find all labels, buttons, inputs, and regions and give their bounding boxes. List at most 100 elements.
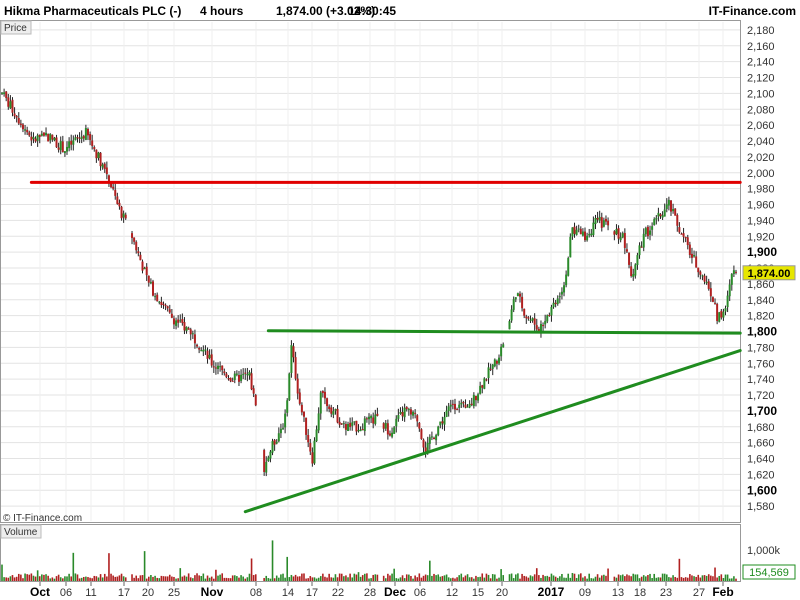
volume-bar [550, 573, 553, 581]
volume-bar [85, 576, 87, 581]
volume-bar [588, 573, 590, 581]
candle-body [495, 360, 498, 364]
candle-body [334, 409, 337, 411]
volume-bar [655, 577, 658, 581]
volume-bar [670, 577, 672, 581]
candle-body [659, 214, 662, 217]
candle-body [86, 129, 89, 136]
volume-bar [590, 578, 593, 581]
volume-bar [221, 573, 223, 581]
candle-body [351, 422, 354, 426]
candle-body [510, 309, 513, 321]
volume-bar [582, 577, 584, 581]
candle-body [179, 320, 182, 322]
candle-body [5, 91, 8, 99]
candle-body [460, 402, 463, 405]
candle-body [168, 309, 171, 313]
brand: IT-Finance.com [709, 4, 796, 18]
volume-bar [523, 575, 525, 581]
candle-body [391, 432, 394, 437]
candle-body [617, 228, 620, 239]
volume-bar [707, 574, 710, 581]
volume-bar [187, 573, 190, 581]
y-tick-label: 2,020 [747, 152, 775, 164]
candle-body [76, 137, 79, 139]
candle-body [116, 196, 119, 204]
candle-body [672, 208, 675, 212]
volume-tick-label: 1,000k [747, 545, 781, 557]
candle-body [273, 439, 276, 445]
volume-bar [213, 578, 215, 581]
candle-body [263, 450, 266, 472]
x-tick-label: 25 [168, 587, 180, 599]
candle-body [533, 318, 536, 325]
candle-body [103, 163, 106, 169]
candle-body [514, 297, 517, 300]
candle-body [437, 426, 440, 436]
volume-bar [580, 573, 582, 581]
candle-body [160, 301, 163, 306]
volume-bar [701, 575, 704, 581]
y-tick-label: 2,180 [747, 25, 775, 37]
volume-bar [359, 576, 362, 581]
candle-body [422, 439, 425, 448]
volume-bar [303, 573, 305, 581]
volume-bar [508, 574, 511, 581]
candle-body [409, 409, 412, 415]
candle-body [311, 452, 314, 464]
volume-bar [552, 575, 555, 581]
volume-bar [152, 576, 154, 581]
volume-bar [458, 575, 460, 581]
candle-body [21, 124, 24, 130]
candle-body [604, 218, 607, 222]
candle-body [407, 409, 410, 411]
candle-body [99, 152, 102, 167]
candle-body [451, 403, 454, 405]
volume-bar [133, 577, 135, 581]
volume-bar [324, 576, 326, 581]
volume-bar [672, 575, 674, 581]
volume-bar [429, 560, 431, 581]
volume-bar [368, 578, 370, 581]
candle-body [118, 202, 121, 207]
volume-bar [66, 576, 68, 581]
volume-bar [17, 573, 20, 581]
volume-last-label: 154,569 [749, 567, 789, 579]
volume-bar [596, 574, 599, 581]
candle-body [567, 258, 570, 276]
candle-body [210, 354, 213, 366]
volume-bar [462, 577, 465, 581]
volume-bar [605, 575, 607, 581]
volume-bar [418, 573, 421, 581]
x-tick-label: 08 [250, 587, 262, 599]
candlestick-chart[interactable]: Hikma Pharmaceuticals PLC (-) 4 hours 1,… [0, 0, 800, 600]
volume-bar [179, 568, 182, 581]
candle-body [200, 350, 203, 352]
volume-bar [680, 577, 683, 581]
volume-bar [460, 573, 463, 581]
volume-bar [624, 576, 626, 581]
volume-bar [466, 574, 469, 581]
volume-bar [464, 575, 467, 581]
volume-bar [395, 578, 398, 581]
y-tick-label: 1,900 [747, 245, 777, 259]
y-tick-label: 1,920 [747, 231, 775, 243]
candle-body [651, 226, 654, 230]
y-tick-label: 2,100 [747, 88, 775, 100]
y-tick-label: 2,060 [747, 120, 775, 132]
volume-bar [282, 573, 284, 581]
candle-body [632, 274, 635, 277]
volume-bar [626, 574, 628, 581]
candle-body [581, 231, 584, 236]
volume-bar [659, 577, 662, 581]
volume-bar [131, 574, 133, 581]
y-tick-label: 2,000 [747, 168, 775, 180]
candle-body [221, 365, 224, 371]
candle-body [441, 421, 444, 424]
candle-body [162, 303, 165, 305]
candle-body [254, 394, 257, 406]
volume-bar [225, 577, 228, 581]
candle-body [240, 374, 243, 381]
volume-bar [695, 576, 697, 581]
volume-bar [728, 578, 731, 581]
